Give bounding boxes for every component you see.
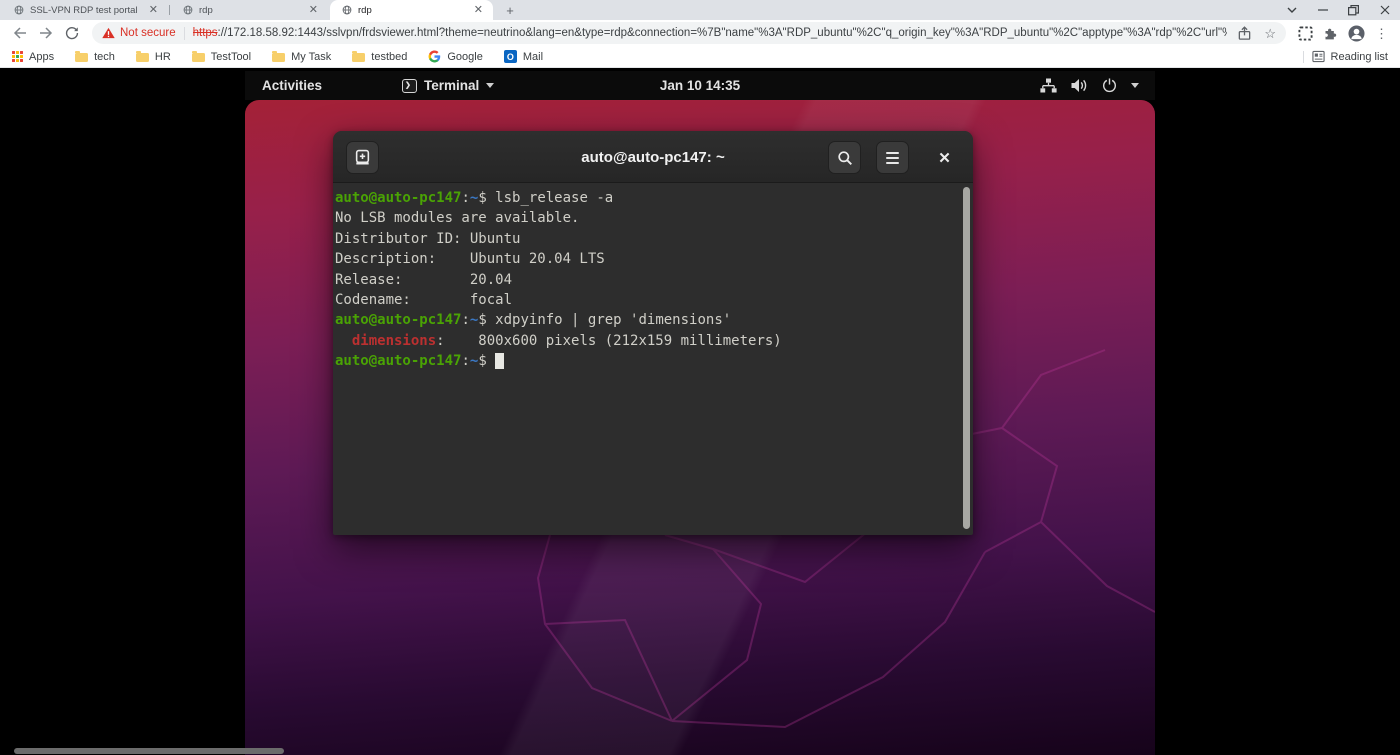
terminal-line: Description: Ubuntu 20.04 LTS (335, 251, 605, 268)
terminal-line: Codename: focal (335, 292, 513, 309)
activities-button[interactable]: Activities (258, 78, 326, 93)
google-g-icon (428, 50, 441, 63)
tab-title: rdp (358, 4, 372, 16)
terminal-line: No LSB modules are available. (335, 210, 580, 227)
bookmark-folder-hr[interactable]: HR (135, 51, 171, 63)
clock[interactable]: Jan 10 14:35 (245, 78, 1155, 93)
restore-icon[interactable] (1338, 0, 1369, 20)
power-icon (1103, 78, 1116, 93)
search-icon (837, 150, 852, 165)
apps-grid-icon (12, 51, 23, 62)
globe-icon (342, 5, 352, 15)
tab-sslvpn-portal[interactable]: SSL-VPN RDP test portal ✕ (2, 0, 168, 20)
terminal-app-menu[interactable]: Terminal (402, 78, 495, 93)
reading-list-button[interactable]: Reading list (1311, 50, 1388, 63)
outlook-mail-icon: O (503, 50, 517, 63)
chevron-down-icon (1131, 83, 1139, 88)
bookmark-folder-testtool[interactable]: TestTool (191, 51, 251, 63)
folder-icon (135, 51, 149, 62)
bookmark-google[interactable]: Google (428, 50, 483, 63)
omnibox-divider (183, 26, 185, 40)
terminal-line: Release: 20.04 (335, 271, 513, 288)
new-tab-icon (355, 149, 370, 165)
tab-close-icon[interactable]: ✕ (307, 4, 320, 16)
close-icon[interactable] (1369, 0, 1400, 20)
terminal-header-bar[interactable]: auto@auto-pc147: ~ ✕ (333, 131, 973, 183)
bookmark-folder-tech[interactable]: tech (75, 51, 115, 63)
tab-search-chevron-icon[interactable] (1276, 0, 1307, 20)
tab-title: SSL-VPN RDP test portal (30, 4, 138, 16)
share-icon[interactable] (1237, 25, 1252, 41)
extensions-cluster: ⋮ (1294, 24, 1392, 42)
tab-rdp-1[interactable]: rdp ✕ (171, 0, 328, 20)
browser-menu-icon[interactable]: ⋮ (1375, 27, 1388, 40)
globe-icon (14, 5, 24, 15)
tab-close-icon[interactable]: ✕ (147, 4, 160, 16)
terminal-line: auto@auto-pc147:~$ xdpyinfo | grep 'dime… (335, 312, 732, 329)
reading-list-icon (1311, 50, 1325, 63)
folder-icon (352, 51, 366, 62)
terminal-app-icon (402, 78, 418, 93)
browser-window: SSL-VPN RDP test portal ✕ rdp ✕ rdp ✕ + … (0, 0, 1400, 755)
new-tab-button[interactable]: + (502, 2, 518, 18)
terminal-line: dimensions: 800x600 pixels (212x159 mill… (351, 332, 782, 349)
folder-icon (191, 51, 205, 62)
page-horizontal-scrollbar[interactable] (14, 748, 284, 754)
terminal-line: auto@auto-pc147:~$ (335, 351, 971, 371)
folder-icon (272, 51, 286, 62)
tab-title: rdp (199, 4, 213, 16)
terminal-menu-button[interactable] (876, 141, 909, 174)
reload-icon[interactable] (60, 22, 84, 44)
bookmark-apps[interactable]: Apps (12, 51, 54, 63)
rdp-viewer-page: Activities Terminal Jan 10 14:35 (0, 68, 1400, 755)
terminal-close-button[interactable]: ✕ (928, 141, 961, 174)
window-controls (1276, 0, 1400, 20)
tab-close-icon[interactable]: ✕ (472, 4, 485, 16)
bookmark-mail[interactable]: O Mail (503, 50, 543, 63)
minimize-icon[interactable] (1307, 0, 1338, 20)
omnibox-actions: ☆ (1237, 25, 1276, 41)
system-status-area[interactable] (1040, 78, 1139, 93)
url-text[interactable]: https://172.18.58.92:1443/sslvpn/frdsvie… (193, 27, 1228, 39)
folder-icon (75, 51, 89, 62)
volume-icon (1071, 79, 1087, 92)
chevron-down-icon (486, 83, 495, 88)
terminal-line: Distributor ID: Ubuntu (335, 230, 521, 247)
globe-icon (183, 5, 193, 15)
wired-network-icon (1040, 78, 1057, 93)
bookmarks-bar-right: Reading list (1302, 50, 1388, 63)
app-menu-label: Terminal (424, 78, 480, 93)
browser-toolbar: Not secure https://172.18.58.92:1443/ssl… (0, 20, 1400, 46)
extensions-puzzle-icon[interactable] (1323, 26, 1338, 41)
bookmark-folder-mytask[interactable]: My Task (272, 51, 331, 63)
url-rest: ://172.18.58.92:1443/sslvpn/frdsviewer.h… (217, 27, 1228, 39)
tab-strip: SSL-VPN RDP test portal ✕ rdp ✕ rdp ✕ + (0, 0, 1400, 20)
bookmark-folder-testbed[interactable]: testbed (352, 51, 407, 63)
terminal-scrollbar[interactable] (963, 187, 970, 529)
remote-desktop: Activities Terminal Jan 10 14:35 (245, 71, 1155, 755)
terminal-line: auto@auto-pc147:~$ lsb_release -a (335, 190, 614, 206)
gnome-top-bar: Activities Terminal Jan 10 14:35 (245, 71, 1155, 100)
hamburger-icon (886, 151, 899, 164)
tab-divider (169, 5, 170, 15)
terminal-search-button[interactable] (828, 141, 861, 174)
desktop-wallpaper: auto@auto-pc147: ~ ✕ auto@auto-pc147:~$ … (245, 100, 1155, 755)
tab-rdp-active[interactable]: rdp ✕ (330, 0, 493, 20)
bookmark-star-icon[interactable]: ☆ (1264, 27, 1276, 40)
security-status-label[interactable]: Not secure (120, 27, 176, 39)
address-bar[interactable]: Not secure https://172.18.58.92:1443/ssl… (92, 22, 1286, 44)
warning-icon (102, 27, 115, 39)
terminal-window: auto@auto-pc147: ~ ✕ auto@auto-pc147:~$ … (333, 131, 973, 535)
url-scheme: https (192, 27, 218, 39)
bookmarks-divider (1302, 50, 1304, 63)
terminal-new-tab-button[interactable] (346, 141, 379, 174)
bookmarks-bar: Apps tech HR TestTool My Task testbed Go… (0, 46, 1400, 68)
screenshot-extension-icon[interactable] (1298, 25, 1313, 41)
forward-icon[interactable] (34, 22, 58, 44)
terminal-output[interactable]: auto@auto-pc147:~$ lsb_release -a No LSB … (333, 183, 973, 534)
back-icon[interactable] (8, 22, 32, 44)
profile-avatar-icon[interactable] (1348, 24, 1365, 42)
